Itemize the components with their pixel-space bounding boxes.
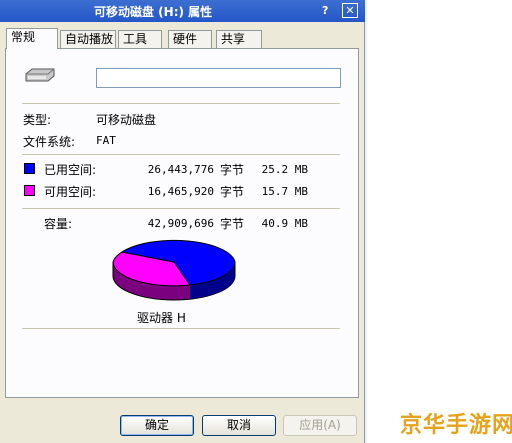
- tab-general[interactable]: 常规: [6, 28, 58, 49]
- filesystem-label: 文件系统:: [23, 135, 76, 149]
- separator: [22, 328, 340, 329]
- tab-sharing[interactable]: 共享: [216, 30, 262, 48]
- close-icon[interactable]: ✕: [342, 3, 358, 18]
- type-value: 可移动磁盘: [96, 113, 157, 127]
- free-space-bytes: 16,465,920: [147, 185, 214, 198]
- window-edge: [365, 0, 367, 443]
- help-icon[interactable]: ?: [322, 4, 328, 17]
- free-space-size: 15.7 MB: [261, 185, 308, 198]
- separator: [22, 208, 340, 209]
- used-space-swatch: [24, 163, 35, 174]
- watermark: 京华手游网: [400, 413, 512, 438]
- removable-drive-icon: [25, 68, 55, 82]
- title-bar[interactable]: 可移动磁盘 (H:) 属性 ? ✕: [0, 0, 365, 22]
- separator: [22, 103, 340, 104]
- filesystem-value: FAT: [96, 134, 116, 147]
- free-space-label: 可用空间:: [44, 185, 97, 199]
- used-space-label: 已用空间:: [44, 163, 97, 177]
- capacity-size: 40.9 MB: [261, 217, 308, 230]
- properties-dialog: 可移动磁盘 (H:) 属性 ? ✕ 常规 自动播放 工具 硬件 共享 类型: 可…: [0, 0, 365, 443]
- ok-button[interactable]: 确定: [120, 415, 194, 436]
- drive-label: 驱动器 H: [137, 311, 186, 325]
- free-space-unit: 字节: [220, 185, 245, 199]
- separator: [22, 154, 340, 155]
- disk-usage-pie-chart: [112, 239, 236, 301]
- used-space-bytes: 26,443,776: [147, 163, 214, 176]
- drive-name-input[interactable]: [96, 68, 341, 88]
- used-space-size: 25.2 MB: [261, 163, 308, 176]
- tab-tools[interactable]: 工具: [118, 30, 162, 48]
- used-space-unit: 字节: [220, 163, 245, 177]
- tab-autoplay[interactable]: 自动播放: [60, 30, 116, 48]
- capacity-label: 容量:: [44, 217, 73, 231]
- capacity-bytes: 42,909,696: [147, 217, 214, 230]
- free-space-swatch: [24, 185, 35, 196]
- tab-hardware[interactable]: 硬件: [168, 30, 212, 48]
- window-title: 可移动磁盘 (H:) 属性: [94, 5, 213, 19]
- apply-button[interactable]: 应用(A): [283, 415, 357, 436]
- cancel-button[interactable]: 取消: [202, 415, 276, 436]
- type-label: 类型:: [23, 113, 52, 127]
- capacity-unit: 字节: [220, 217, 245, 231]
